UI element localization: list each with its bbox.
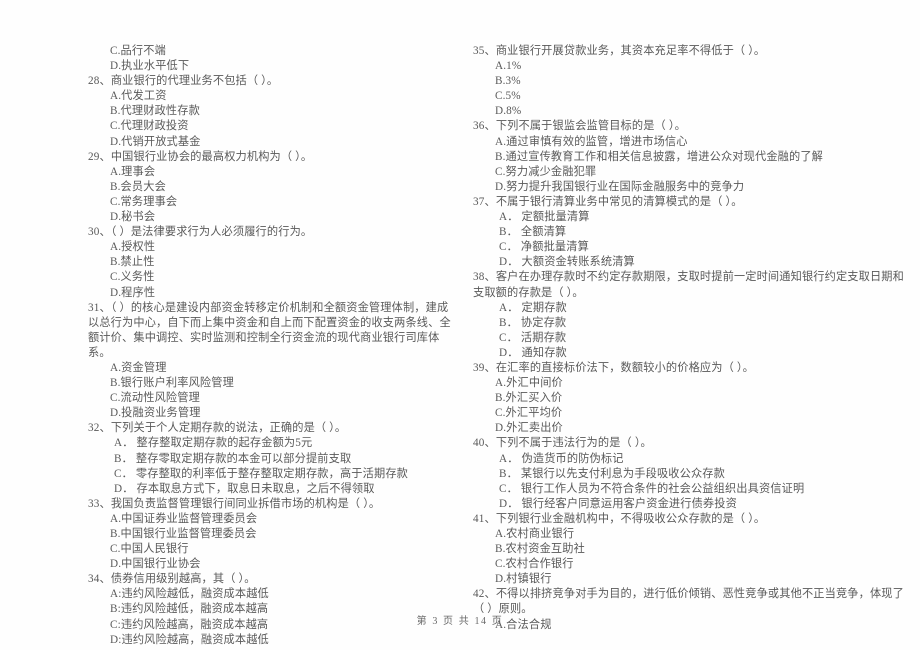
option-line: D.投融资业务管理: [110, 407, 201, 420]
question-stem: 34、债券信用级别越高，其（ ）。: [88, 573, 256, 586]
question-30: 30、（ ）是法律要求行为人必须履行的行为。 A.授权性 B.禁止性 C.义务性…: [88, 225, 457, 300]
option-line: B． 全额清算: [499, 226, 567, 239]
question-38: 38、客户在办理存款时不约定存款期限，支取时提前一定时间通知银行约定支取日期和支…: [473, 270, 910, 361]
option-line: D.秘书会: [110, 211, 156, 224]
question-29: 29、中国银行业协会的最高权力机构为（ ）。 A.理事会 B.会员大会 C.常务…: [88, 150, 457, 225]
question-stem: 30、（ ）是法律要求行为人必须履行的行为。: [88, 226, 313, 239]
option-line: D.村镇银行: [495, 573, 552, 586]
option-line: D． 银行经客户同意运用客户资金进行债券投资: [499, 497, 737, 510]
option-line: A:违约风险越低，融资成本越低: [110, 588, 269, 601]
option-line: C.流动性风险管理: [110, 392, 200, 405]
question-32: 32、下列关于个人定期存款的说法，正确的是（ ）。 A． 整存整取定期存款的起存…: [88, 421, 457, 496]
option-line: D． 存本取息方式下，取息日未取息，之后不得领取: [114, 482, 375, 495]
question-41: 41、下列银行业金融机构中，不得吸收公众存款的是（ ）。 A.农村商业银行 B.…: [473, 512, 910, 587]
option-line: D.代销开放式基金: [110, 135, 201, 148]
option-line: D.执业水平低下: [110, 60, 190, 73]
question-stem: 38、客户在办理存款时不约定存款期限，支取时提前一定时间通知银行约定支取日期和支…: [473, 271, 904, 299]
question-39: 39、在汇率的直接标价法下，数额较小的价格应为（ ）。 A.外汇中间价 B.外汇…: [473, 361, 910, 436]
question-stem: 36、下列不属于银监会监管目标的是（ ）。: [473, 120, 686, 133]
option-line: A.代发工资: [110, 90, 167, 103]
option-line: B.农村资金互助社: [495, 543, 585, 556]
option-line: B.银行账户利率风险管理: [110, 377, 234, 390]
two-column-body: C.品行不端 D.执业水平低下 28、商业银行的代理业务不包括（ ）。 A.代发…: [0, 44, 920, 648]
option-line: B.3%: [495, 75, 521, 88]
option-line: D.努力提升我国银行业在国际金融服务中的竞争力: [495, 180, 745, 193]
option-line: D.中国银行业协会: [110, 558, 201, 571]
question-stem: 28、商业银行的代理业务不包括（ ）。: [88, 75, 279, 88]
option-line: A.1%: [495, 60, 522, 73]
option-line: B.禁止性: [110, 256, 155, 269]
option-line: C.农村合作银行: [495, 558, 574, 571]
option-line: A.外汇中间价: [495, 377, 563, 390]
question-stem: 37、不属于银行清算业务中常见的清算模式的是（ ）。: [473, 195, 743, 208]
option-line: C.5%: [495, 90, 521, 103]
right-column: 35、商业银行开展贷款业务，其资本充足率不得低于（ ）。 A.1% B.3% C…: [465, 44, 920, 633]
option-line: A.通过审慎有效的监管，增进市场信心: [495, 135, 688, 148]
option-line: D:违约风险越高，融资成本越低: [110, 633, 269, 646]
option-line: C.中国人民银行: [110, 543, 189, 556]
question-stem: 39、在汇率的直接标价法下，数额较小的价格应为（ ）。: [473, 361, 754, 374]
option-line: B． 协定存款: [499, 316, 567, 329]
option-line: C.努力减少金融犯罪: [495, 165, 597, 178]
question-stem: 33、我国负责监督管理银行间同业拆借市场的机构是（ ）。: [88, 497, 381, 510]
option-line: A． 定期存款: [499, 301, 567, 314]
option-line: A.资金管理: [110, 361, 167, 374]
option-line: C． 净额批量清算: [499, 241, 589, 254]
option-line: A.农村商业银行: [495, 528, 575, 540]
option-line: C． 活期存款: [499, 331, 567, 344]
question-stem: 31、（ ）的核心是建设内部资金转移定价机制和全额资金管理体制，建成以总行为中心…: [88, 301, 451, 359]
option-line: B． 某银行以先支付利息为手段吸收公众存款: [499, 467, 725, 480]
question-37: 37、不属于银行清算业务中常见的清算模式的是（ ）。 A． 定额批量清算 B． …: [473, 195, 910, 270]
option-line: A.授权性: [110, 241, 156, 254]
option-line: D.程序性: [110, 286, 156, 299]
document-page: C.品行不端 D.执业水平低下 28、商业银行的代理业务不包括（ ）。 A.代发…: [0, 0, 920, 650]
option-line: C.外汇平均价: [495, 407, 563, 420]
option-line: C.品行不端: [110, 45, 166, 57]
question-stem: 29、中国银行业协会的最高权力机构为（ ）。: [88, 150, 313, 163]
option-line: A． 定额批量清算: [499, 211, 590, 224]
option-line: B.通过宣传教育工作和相关信息披露，增进公众对现代金融的了解: [495, 150, 824, 163]
question-28: 28、商业银行的代理业务不包括（ ）。 A.代发工资 B.代理财政性存款 C.代…: [88, 74, 457, 149]
option-line: C.义务性: [110, 271, 155, 284]
option-line: B.中国银行业监督管理委员会: [110, 528, 257, 540]
option-line: B.会员大会: [110, 180, 166, 193]
question-stem: 32、下列关于个人定期存款的说法，正确的是（ ）。: [88, 422, 347, 435]
option-line: A.理事会: [110, 165, 156, 178]
option-line: A.中国证券业监督管理委员会: [110, 512, 258, 525]
option-line: D.外汇卖出价: [495, 422, 563, 435]
option-line: C.代理财政投资: [110, 120, 189, 133]
question-stem: 40、下列不属于违法行为的是（ ）。: [473, 437, 652, 450]
question-33: 33、我国负责监督管理银行间同业拆借市场的机构是（ ）。 A.中国证券业监督管理…: [88, 497, 457, 572]
question-stem: 35、商业银行开展贷款业务，其资本充足率不得低于（ ）。: [473, 45, 766, 57]
option-line: B． 整存零取定期存款的本金可以部分提前支取: [114, 452, 352, 465]
left-column: C.品行不端 D.执业水平低下 28、商业银行的代理业务不包括（ ）。 A.代发…: [0, 44, 465, 648]
option-line: B.外汇买入价: [495, 392, 563, 405]
question-stem: 41、下列银行业金融机构中，不得吸收公众存款的是（ ）。: [473, 512, 766, 525]
question-31: 31、（ ）的核心是建设内部资金转移定价机制和全额资金管理体制，建成以总行为中心…: [88, 301, 457, 422]
question-34: 34、债券信用级别越高，其（ ）。 A:违约风险越低，融资成本越低 B:违约风险…: [88, 572, 457, 647]
option-line: D.8%: [495, 105, 522, 118]
option-line: A． 伪造货币的防伪标记: [499, 452, 624, 465]
option-line: D． 大额资金转账系统清算: [499, 256, 635, 269]
option-line: D． 通知存款: [499, 346, 567, 359]
option-line: C． 银行工作人员为不符合条件的社会公益组织出具资信证明: [499, 482, 805, 495]
question-35: 35、商业银行开展贷款业务，其资本充足率不得低于（ ）。 A.1% B.3% C…: [473, 44, 910, 119]
question-40: 40、下列不属于违法行为的是（ ）。 A． 伪造货币的防伪标记 B． 某银行以先…: [473, 436, 910, 511]
option-line: B.代理财政性存款: [110, 105, 200, 118]
question-36: 36、下列不属于银监会监管目标的是（ ）。 A.通过审慎有效的监管，增进市场信心…: [473, 119, 910, 194]
option-line: C.常务理事会: [110, 195, 178, 208]
page-footer: 第 3 页 共 14 页: [416, 616, 504, 627]
option-line: C． 零存整取的利率低于整存整取定期存款，高于活期存款: [114, 467, 408, 480]
option-line: A． 整存整取定期存款的起存金额为5元: [114, 437, 313, 450]
